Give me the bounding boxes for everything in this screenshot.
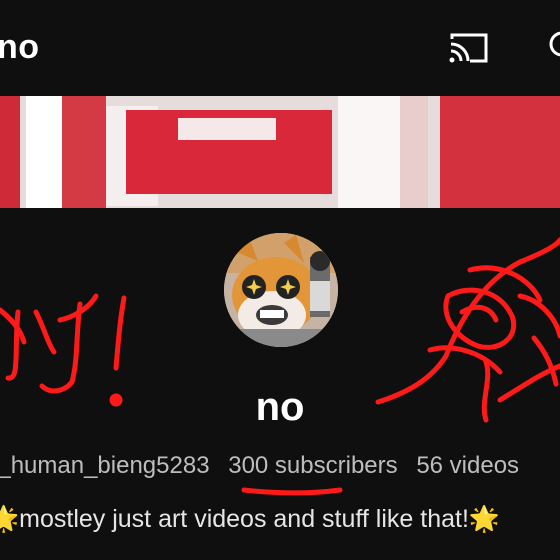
channel-banner — [0, 96, 560, 208]
star-emoji-left: 🌟 — [0, 505, 20, 533]
channel-avatar[interactable] — [224, 233, 338, 347]
channel-handle[interactable]: a_human_bieng5283 — [0, 452, 210, 479]
video-count: 56 videos — [416, 452, 520, 479]
channel-title: no — [0, 28, 40, 66]
subscriber-count: 300 subscribers — [228, 452, 398, 479]
channel-name: no — [255, 385, 305, 429]
top-app-bar: no — [0, 0, 560, 96]
channel-description[interactable]: 🌟mostley just art videos and stuff like … — [0, 505, 500, 534]
channel-meta: a_human_bieng5283 300 subscribers 56 vid… — [0, 452, 531, 480]
description-text: mostley just art videos and stuff like t… — [19, 505, 469, 533]
star-emoji-right: 🌟 — [468, 505, 501, 533]
search-icon[interactable] — [546, 30, 560, 64]
cast-icon[interactable] — [448, 31, 490, 65]
